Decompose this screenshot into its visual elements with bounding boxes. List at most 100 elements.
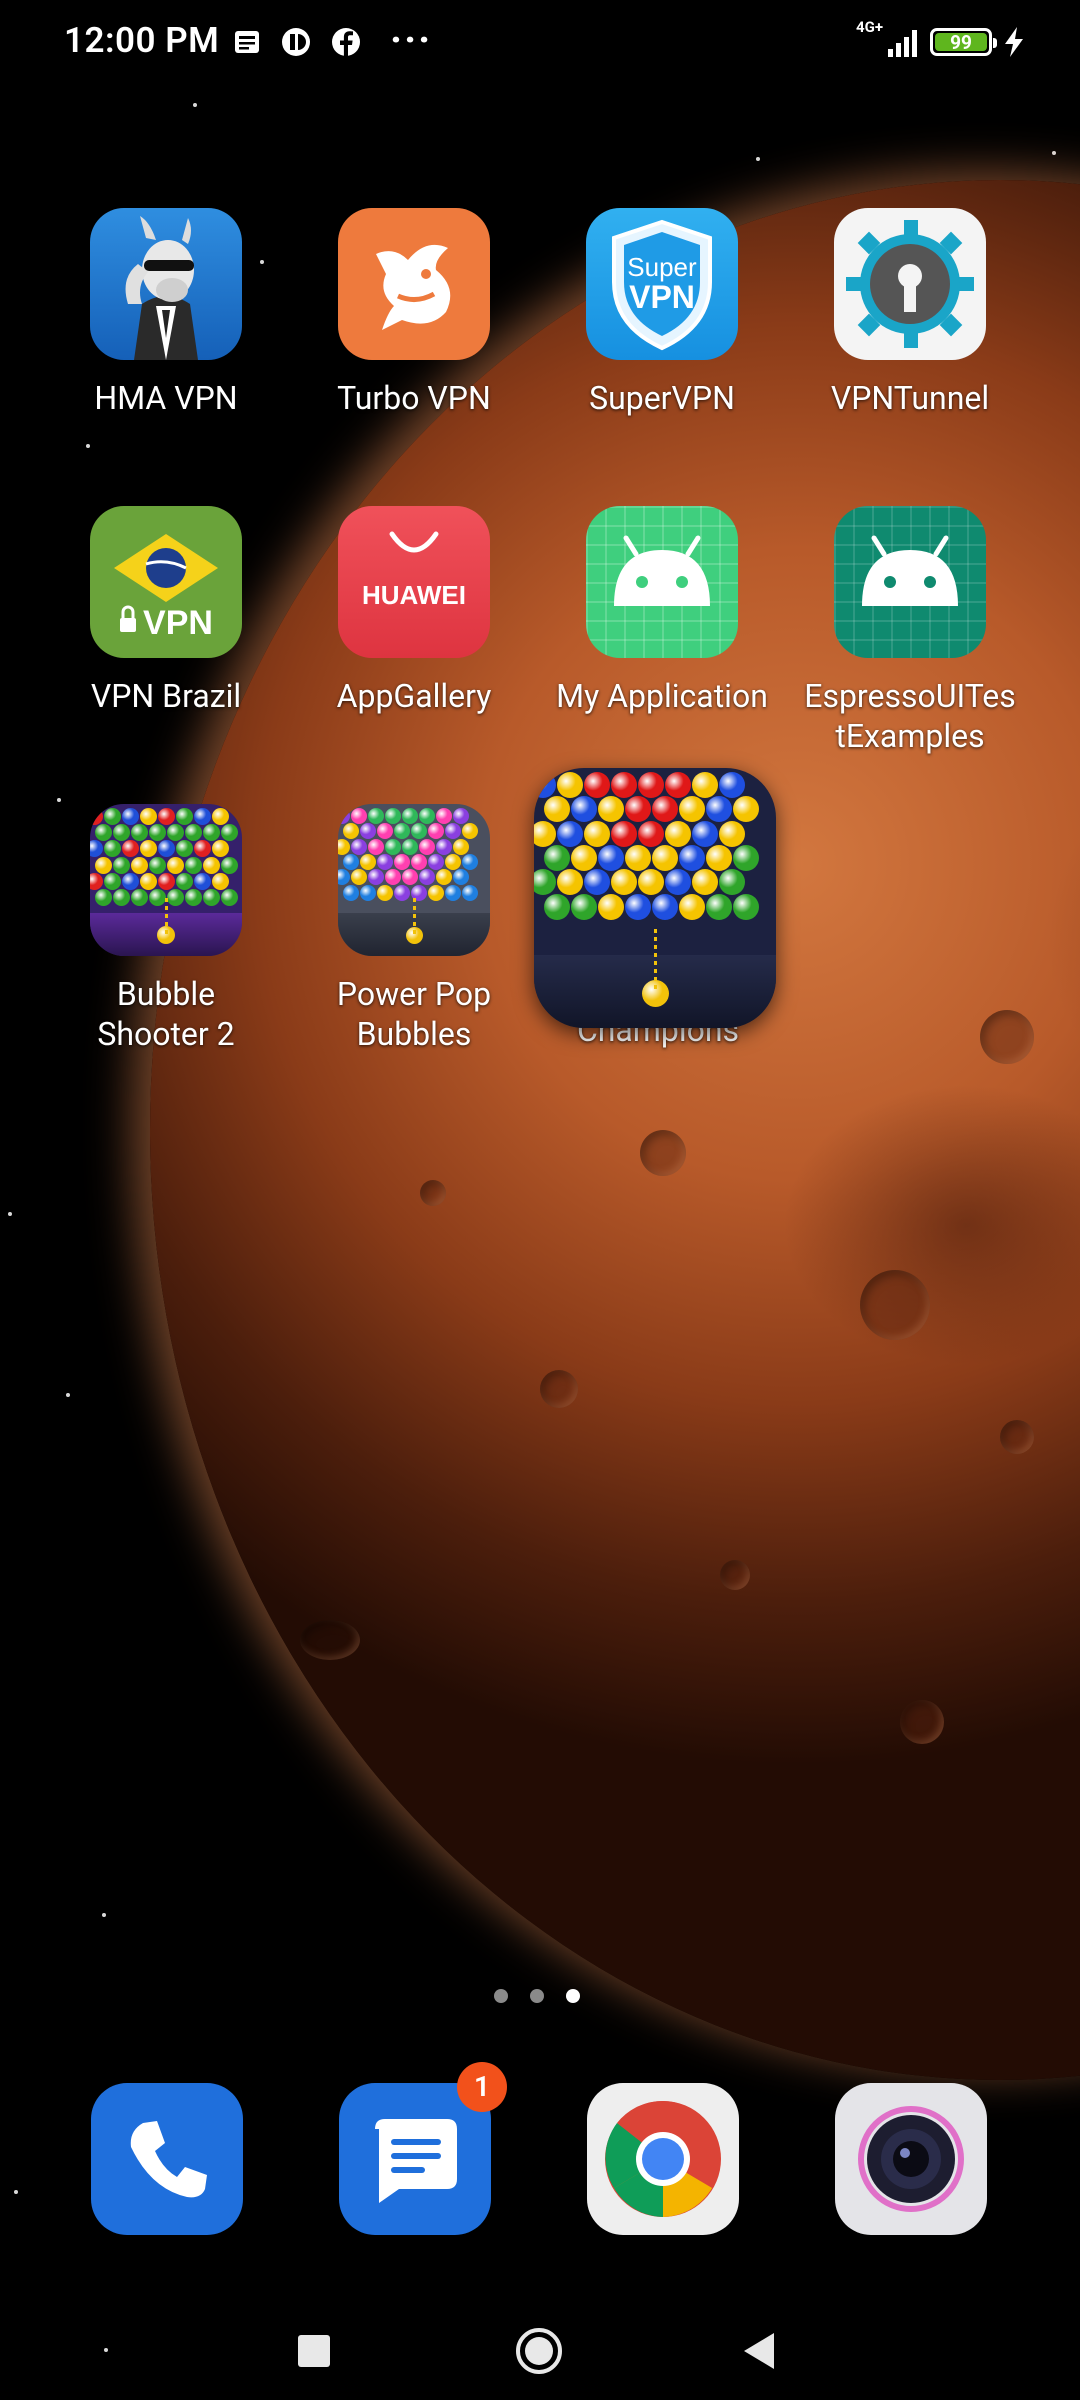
app-label: My Application [556, 677, 768, 715]
bubble [461, 853, 478, 870]
bubble [104, 872, 121, 890]
bubble [557, 869, 583, 896]
mars-planet [150, 180, 1080, 2080]
bubble [131, 856, 148, 874]
app-label-line: Bubbles [356, 1015, 472, 1053]
bubble [419, 808, 435, 824]
news-icon [235, 31, 259, 53]
charging-icon [1005, 27, 1023, 57]
chrome-icon[interactable] [587, 2083, 739, 2235]
bubble [570, 796, 597, 823]
bubble [393, 823, 410, 840]
bubble [95, 889, 112, 906]
aim-line [413, 898, 416, 935]
facebook-icon [332, 28, 360, 56]
bubble [651, 893, 678, 920]
power-pop-icon[interactable] [338, 804, 490, 956]
page-indicator[interactable] [494, 1989, 594, 2005]
camera-icon[interactable] [835, 2083, 987, 2235]
app-label: Bubble Shooter 2 [42, 974, 290, 1054]
appgallery-icon[interactable]: HUAWEI [338, 506, 490, 658]
bubble [194, 840, 211, 858]
bubble [149, 856, 166, 874]
bubble [95, 856, 112, 874]
bubble-champions-icon[interactable] [534, 768, 776, 1028]
bubble [427, 823, 444, 840]
home-button[interactable] [514, 2326, 564, 2376]
status-bar: 12:00 PM ··· 4G+ 99 [0, 0, 1080, 84]
bubble [427, 853, 444, 870]
aim-line [165, 898, 168, 935]
bubble [692, 772, 718, 798]
page-dot[interactable] [494, 1989, 508, 2003]
app-notification-icon [282, 28, 310, 56]
recents-button[interactable] [296, 2333, 332, 2369]
signal-icon [888, 30, 917, 57]
bubble [638, 869, 664, 896]
navigation-bar [0, 2300, 1080, 2400]
android-icon[interactable] [586, 506, 738, 658]
bubble [342, 823, 359, 840]
bubble [351, 808, 367, 824]
bubble [732, 893, 759, 920]
bubble [149, 824, 166, 842]
bubble [104, 808, 121, 825]
vpn-brazil-icon[interactable]: VPN [90, 506, 242, 658]
app-label: EspressoUITes tExamples [786, 676, 1034, 756]
app-label: SuperVPN [589, 379, 735, 417]
bubble [624, 796, 651, 823]
bubble [557, 772, 583, 798]
bubble [104, 840, 121, 858]
app-label: VPN Brazil [90, 677, 242, 715]
bubble [140, 840, 157, 858]
phone-icon[interactable] [91, 2083, 243, 2235]
bubble [376, 884, 393, 901]
bubble [638, 772, 664, 798]
bubble [212, 808, 229, 825]
bubble [719, 772, 745, 798]
bubble [212, 872, 229, 890]
bubble [570, 844, 597, 871]
vpntunnel-icon[interactable] [834, 208, 986, 360]
bubble [444, 884, 461, 901]
bubble [185, 889, 202, 906]
bubble [597, 844, 624, 871]
page-dot-active[interactable] [566, 1989, 580, 2003]
bubble [90, 808, 103, 825]
bubble [338, 838, 350, 855]
app-label: VPNTunnel [830, 379, 990, 417]
bubble [359, 884, 376, 901]
bubble [402, 838, 418, 855]
hma-vpn-icon[interactable] [90, 208, 242, 360]
bubble [597, 796, 624, 823]
bubble [359, 823, 376, 840]
bubble [158, 840, 175, 858]
turbo-vpn-icon[interactable] [338, 208, 490, 360]
bubble [651, 796, 678, 823]
bubble [665, 772, 691, 798]
bubble [176, 872, 193, 890]
bubble [122, 872, 139, 890]
bubble [419, 869, 435, 886]
page-dot[interactable] [530, 1989, 544, 2003]
bubble [140, 872, 157, 890]
android-icon[interactable] [834, 506, 986, 658]
bubble [611, 820, 637, 847]
bubble [665, 820, 691, 847]
bubble [624, 844, 651, 871]
icon-text-vpn: VPN [629, 279, 695, 315]
back-button[interactable] [740, 2330, 778, 2372]
bubble [719, 869, 745, 896]
bubble [584, 869, 610, 896]
bubble [444, 823, 461, 840]
bubble [158, 808, 175, 825]
bubble [167, 856, 184, 874]
bubble [385, 808, 401, 824]
notification-badge: 1 [457, 2062, 507, 2112]
bubble [410, 853, 427, 870]
supervpn-icon[interactable]: Super VPN [586, 208, 738, 360]
bubble-shooter-icon[interactable] [90, 804, 242, 956]
home-screen: 12:00 PM ··· 4G+ 99 HMA VPN Turbo VPN Su… [0, 0, 1080, 2400]
bubble [419, 838, 435, 855]
bubble [167, 889, 184, 906]
